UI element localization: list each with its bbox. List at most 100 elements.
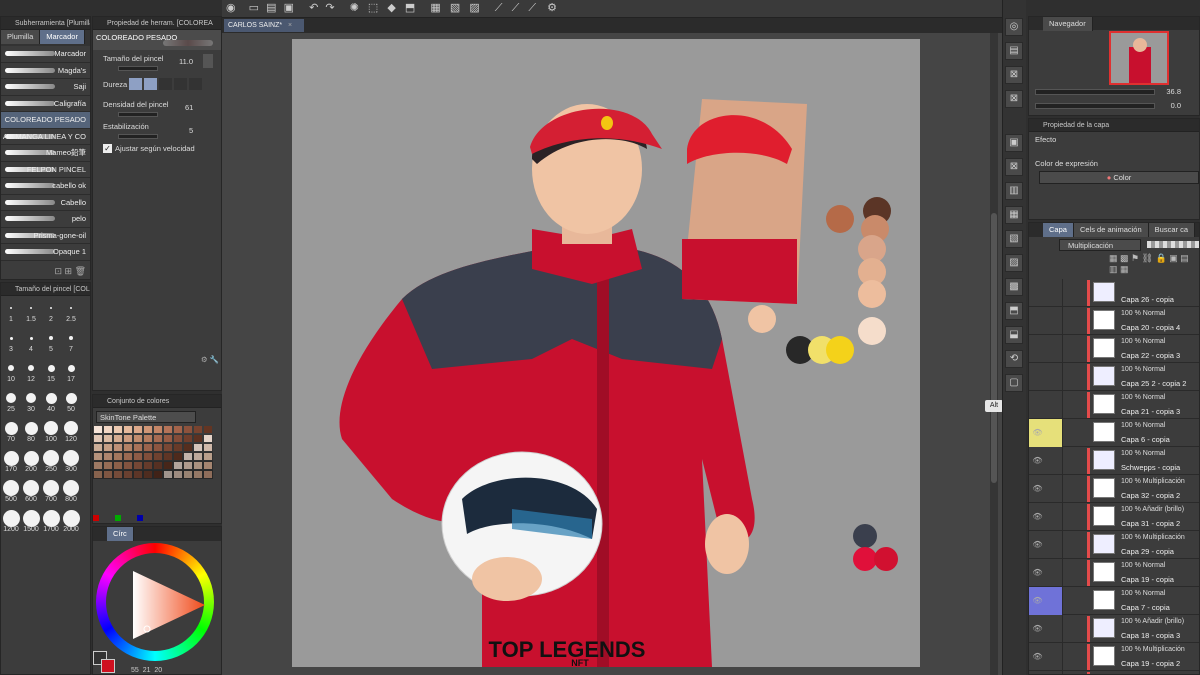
palette-swatch[interactable] — [183, 470, 193, 479]
brush-size-dot[interactable] — [45, 392, 57, 404]
settings-icon[interactable]: ⚙ — [547, 2, 557, 14]
brush-item[interactable]: Caligrafía — [1, 96, 90, 112]
brush-size-dot[interactable] — [26, 393, 36, 403]
tab-color-wheel[interactable]: Círc — [107, 527, 134, 541]
side-tool-button[interactable]: ▥ — [1005, 182, 1023, 200]
palette-swatch[interactable] — [103, 470, 113, 479]
layer-row[interactable]: 👁 100 % Añadir (brillo) Capa 18 - copia 3 — [1029, 615, 1199, 643]
palette-swatch[interactable] — [133, 461, 143, 470]
brush-size-dot[interactable] — [4, 421, 18, 435]
brush-item[interactable]: pelo — [1, 211, 90, 228]
layer-visibility-icon[interactable] — [1029, 279, 1046, 307]
palette-swatch[interactable] — [123, 452, 133, 461]
side-tool-button[interactable]: ◎ — [1005, 18, 1023, 36]
brush-size-dot[interactable] — [62, 509, 80, 527]
palette-swatch[interactable] — [163, 443, 173, 452]
palette-swatch[interactable] — [203, 452, 213, 461]
palette-swatch[interactable] — [133, 443, 143, 452]
palette-swatch[interactable] — [173, 434, 183, 443]
layer-lock-toggle[interactable] — [1046, 671, 1063, 674]
velocity-option[interactable]: ✓ Ajustar según velocidad — [103, 144, 195, 153]
palette-swatch[interactable] — [203, 434, 213, 443]
palette-swatch[interactable] — [183, 461, 193, 470]
layer-lock-toggle[interactable] — [1046, 615, 1063, 643]
palette-swatch[interactable] — [103, 452, 113, 461]
palette-swatch[interactable] — [103, 434, 113, 443]
new-file-icon[interactable]: ▭ — [249, 2, 259, 14]
palette-swatch[interactable] — [193, 452, 203, 461]
palette-swatch[interactable] — [133, 434, 143, 443]
palette-swatch[interactable] — [113, 425, 123, 434]
layer-visibility-icon[interactable]: 👁 — [1029, 475, 1046, 503]
brush-item[interactable]: COLOREADO PESADO — [1, 112, 90, 129]
brush-size-dot[interactable] — [70, 307, 72, 309]
palette-swatch[interactable] — [183, 452, 193, 461]
layer-row[interactable]: Capa 26 - copia — [1029, 279, 1199, 307]
brush-item[interactable]: Opaque 1 — [1, 244, 90, 261]
brush-size-dot[interactable] — [30, 307, 32, 309]
brush-size-dot[interactable] — [3, 450, 19, 466]
brush-size-dot[interactable] — [69, 336, 73, 340]
palette-swatch[interactable] — [153, 470, 163, 479]
canvas-tab[interactable]: CARLOS SAINZ* × — [224, 19, 305, 32]
tab-plumilla[interactable]: Plumilla — [1, 30, 41, 44]
size-slider[interactable] — [118, 66, 158, 71]
side-tool-button[interactable]: ▢ — [1005, 374, 1023, 392]
layer-visibility-icon[interactable] — [1029, 335, 1046, 363]
save-icon[interactable]: ▣ — [284, 2, 294, 14]
fill-icon[interactable]: ◆ — [387, 2, 395, 14]
transform-icon[interactable]: ⬒ — [405, 2, 415, 14]
palette-swatch[interactable] — [103, 461, 113, 470]
palette-swatch[interactable] — [143, 461, 153, 470]
redo-icon[interactable]: ↷ — [325, 2, 334, 14]
layer-visibility-icon[interactable]: 👁 — [1029, 643, 1046, 671]
brush-size-dot[interactable] — [24, 421, 38, 435]
size-pressure-button[interactable] — [203, 54, 213, 68]
layer-row[interactable]: 👁 100 % Añadir (brillo) Capa 31 - copia 2 — [1029, 503, 1199, 531]
palette-swatch[interactable] — [153, 461, 163, 470]
brush-size-dot[interactable] — [63, 450, 79, 466]
hardness-steps[interactable] — [129, 78, 202, 90]
palette-swatch[interactable] — [113, 434, 123, 443]
layer-lock-toggle[interactable] — [1046, 475, 1063, 503]
palette-swatch[interactable] — [143, 443, 153, 452]
palette-swatch[interactable] — [93, 425, 103, 434]
brush-size-dot[interactable] — [47, 364, 55, 372]
undo-icon[interactable]: ↶ — [309, 2, 318, 14]
palette-swatch[interactable] — [133, 425, 143, 434]
layer-row[interactable]: 👁 100 % Multiplicación Capa 32 - copia 2 — [1029, 475, 1199, 503]
layer-visibility-icon[interactable]: 👁 — [1029, 671, 1046, 674]
layer-row[interactable]: 100 % Normal Capa 25 2 - copia 2 — [1029, 363, 1199, 391]
layer-visibility-icon[interactable] — [1029, 391, 1046, 419]
brush-size-dot[interactable] — [43, 480, 59, 496]
sub-color-chip[interactable] — [101, 659, 115, 673]
palette-dropdown[interactable]: SkinTone Palette — [96, 411, 196, 423]
palette-swatch[interactable] — [193, 443, 203, 452]
brush-size-dot[interactable] — [22, 509, 40, 527]
navigator-preview[interactable] — [1109, 31, 1169, 85]
opacity-slider[interactable] — [1147, 241, 1199, 248]
layer-visibility-icon[interactable]: 👁 — [1029, 447, 1046, 475]
palette-swatch[interactable] — [123, 425, 133, 434]
palette-swatch[interactable] — [113, 470, 123, 479]
palette-swatch[interactable] — [163, 434, 173, 443]
palette-swatch[interactable] — [203, 461, 213, 470]
scrollbar-thumb[interactable] — [991, 213, 997, 483]
brush-size-dot[interactable] — [65, 392, 77, 404]
palette-swatch[interactable] — [93, 434, 103, 443]
layer-row[interactable]: 👁 100 % Normal Capa 19 - copia — [1029, 559, 1199, 587]
palette-grid[interactable] — [93, 425, 215, 481]
palette-swatch[interactable] — [143, 434, 153, 443]
canvas[interactable]: TOP LEGENDS NFT — [292, 39, 920, 667]
palette-swatch[interactable] — [123, 461, 133, 470]
layer-lock-toggle[interactable] — [1046, 531, 1063, 559]
palette-swatch[interactable] — [173, 470, 183, 479]
palette-swatch[interactable] — [203, 425, 213, 434]
palette-swatch[interactable] — [183, 443, 193, 452]
palette-swatch[interactable] — [143, 470, 153, 479]
brush-size-dot[interactable] — [49, 336, 53, 340]
layer-lock-toggle[interactable] — [1046, 335, 1063, 363]
side-tool-button[interactable]: ▤ — [1005, 42, 1023, 60]
brush-size-dot[interactable] — [8, 365, 14, 371]
brush-item[interactable]: Magda's — [1, 63, 90, 79]
